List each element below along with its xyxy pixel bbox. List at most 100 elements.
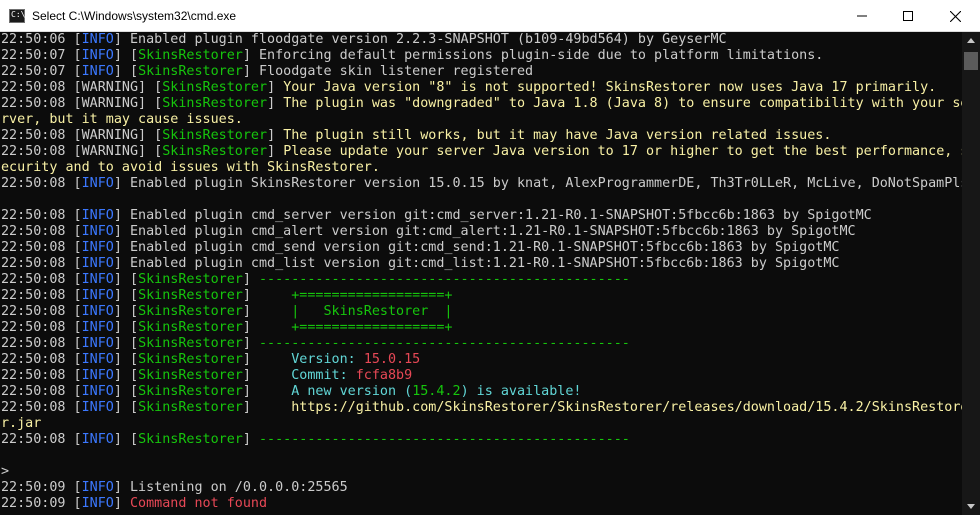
console-text-segment: SkinsRestorer bbox=[138, 272, 243, 287]
console-line: 22:50:08 [INFO] [SkinsRestorer] | SkinsR… bbox=[0, 304, 962, 320]
console-text-segment: ] bbox=[242, 368, 292, 383]
console-line: 22:50:06 [INFO] Enabled plugin floodgate… bbox=[0, 32, 962, 48]
console-text-segment: ] bbox=[242, 432, 259, 447]
console-line: 22:50:07 [INFO] [SkinsRestorer] Floodgat… bbox=[0, 64, 962, 80]
scroll-up-icon bbox=[967, 38, 975, 43]
console-text-segment: ----------------------------------------… bbox=[259, 272, 630, 287]
console-text-segment: 22:50:08 [ bbox=[1, 368, 82, 383]
minimize-button[interactable] bbox=[839, 0, 885, 32]
console-text-segment: ] [ bbox=[113, 304, 139, 319]
console-text-segment: SkinsRestorer bbox=[138, 400, 243, 415]
console-text-segment: SkinsRestorer bbox=[162, 128, 268, 143]
console-text-segment: ] [ bbox=[113, 432, 139, 447]
cmd-icon[interactable]: C:\ bbox=[9, 9, 25, 23]
console-line: rver, but it may cause issues. bbox=[0, 112, 962, 128]
console-text-segment: SkinsRestorer bbox=[162, 96, 268, 111]
minimize-icon bbox=[857, 15, 867, 17]
console-text-segment: INFO bbox=[81, 32, 114, 47]
close-button[interactable] bbox=[931, 0, 980, 32]
console-line: 22:50:08 [INFO] [SkinsRestorer] Commit: … bbox=[0, 368, 962, 384]
console-text-segment: > bbox=[1, 464, 10, 479]
console-text-segment: ] Enabled plugin floodgate version 2.2.3… bbox=[113, 32, 727, 47]
console-text-segment: INFO bbox=[81, 384, 114, 399]
console-text-segment: ] Enabled plugin cmd_list version git:cm… bbox=[113, 256, 840, 271]
console-text-segment: 22:50:09 [ bbox=[1, 496, 82, 511]
console-text-segment: INFO bbox=[81, 256, 114, 271]
console-text-segment: INFO bbox=[81, 400, 114, 415]
console-text-segment: ] Enforcing default permissions plugin-s… bbox=[242, 48, 824, 63]
scroll-down-button[interactable] bbox=[962, 498, 980, 515]
console-text-segment: SkinsRestorer bbox=[138, 368, 243, 383]
console-text-segment: 22:50:08 [WARNING] [ bbox=[1, 96, 163, 111]
console-text-segment: INFO bbox=[81, 352, 114, 367]
title-bar[interactable]: C:\ Select C:\Windows\system32\cmd.exe bbox=[0, 0, 980, 32]
console-text-segment: ecurity and to avoid issues with SkinsRe… bbox=[1, 160, 380, 175]
console-line: 22:50:08 [INFO] Enabled plugin cmd_alert… bbox=[0, 224, 962, 240]
console-text-segment: ] bbox=[242, 320, 292, 335]
console-text-segment: 22:50:08 [ bbox=[1, 176, 82, 191]
console-text-segment: INFO bbox=[81, 48, 114, 63]
console-text-segment: ) is available! bbox=[460, 384, 582, 399]
console-text-segment: SkinsRestorer bbox=[138, 64, 243, 79]
console-output[interactable]: 22:50:06 [INFO] Enabled plugin floodgate… bbox=[0, 32, 962, 515]
console-text-segment: 22:50:07 [ bbox=[1, 48, 82, 63]
console-text-segment: ] [ bbox=[113, 272, 139, 287]
console-text-segment: ] bbox=[267, 96, 284, 111]
console-line: 22:50:08 [INFO] [SkinsRestorer] https://… bbox=[0, 400, 962, 416]
console-text-segment: Command not found bbox=[130, 496, 268, 511]
console-text-segment: ] [ bbox=[113, 400, 139, 415]
console-text-segment: INFO bbox=[81, 272, 114, 287]
console-text-segment: 22:50:06 [ bbox=[1, 32, 82, 47]
console-text-segment: 22:50:08 [ bbox=[1, 304, 82, 319]
console-line: 22:50:08 [INFO] [SkinsRestorer] Version:… bbox=[0, 352, 962, 368]
console-text-segment: 22:50:08 [ bbox=[1, 352, 82, 367]
console-text-segment: ] bbox=[242, 352, 292, 367]
console-text-segment: ] Listening on /0.0.0.0:25565 bbox=[113, 480, 348, 495]
console-text-segment: 22:50:08 [ bbox=[1, 272, 82, 287]
console-text-segment: 22:50:08 [ bbox=[1, 384, 82, 399]
console-text-segment: Please update your server Java version t… bbox=[283, 144, 962, 159]
console-text-segment: 22:50:08 [ bbox=[1, 224, 82, 239]
console-line: 22:50:08 [INFO] [SkinsRestorer] --------… bbox=[0, 272, 962, 288]
console-text-segment: INFO bbox=[81, 432, 114, 447]
console-text-segment: ] bbox=[242, 336, 259, 351]
console-text-segment: ] bbox=[242, 384, 292, 399]
cmd-icon-glyph: C:\ bbox=[11, 10, 26, 19]
console-line: 22:50:08 [INFO] Enabled plugin SkinsRest… bbox=[0, 176, 962, 192]
console-text-segment: ] bbox=[242, 304, 292, 319]
console-text-segment: The plugin still works, but it may have … bbox=[283, 128, 832, 143]
vertical-scrollbar[interactable] bbox=[962, 32, 980, 515]
console-line: 22:50:08 [INFO] [SkinsRestorer] --------… bbox=[0, 336, 962, 352]
maximize-icon bbox=[903, 11, 913, 21]
console-text-segment: ] Enabled plugin cmd_alert version git:c… bbox=[113, 224, 856, 239]
console-text-segment: ] bbox=[242, 400, 292, 415]
console-text-segment: ] bbox=[113, 496, 130, 511]
console-text-segment: INFO bbox=[81, 304, 114, 319]
console-text-segment: 15.4.2 bbox=[412, 384, 461, 399]
console-text-segment: INFO bbox=[81, 224, 114, 239]
console-text-segment: ] bbox=[267, 128, 284, 143]
console-text-segment: SkinsRestorer bbox=[138, 432, 243, 447]
console-text-segment: ] [ bbox=[113, 336, 139, 351]
console-line: 22:50:08 [WARNING] [SkinsRestorer] Pleas… bbox=[0, 144, 962, 160]
console-text-segment: INFO bbox=[81, 208, 114, 223]
console-line: 22:50:08 [INFO] [SkinsRestorer] +=======… bbox=[0, 320, 962, 336]
maximize-button[interactable] bbox=[885, 0, 931, 32]
console-text-segment: 22:50:08 [ bbox=[1, 320, 82, 335]
console-text-segment: ] [ bbox=[113, 368, 139, 383]
scroll-down-icon bbox=[967, 504, 975, 509]
console-text-segment: ----------------------------------------… bbox=[259, 432, 630, 447]
scroll-thumb[interactable] bbox=[964, 52, 978, 70]
console-text-segment: INFO bbox=[81, 336, 114, 351]
console-text-segment: INFO bbox=[81, 496, 114, 511]
scroll-up-button[interactable] bbox=[962, 32, 980, 49]
console-text-segment: 22:50:08 [ bbox=[1, 432, 82, 447]
console-text-segment: ] Enabled plugin cmd_send version git:cm… bbox=[113, 240, 840, 255]
console-text-segment: 15.0.15 bbox=[363, 352, 421, 367]
console-text-segment: ----------------------------------------… bbox=[259, 336, 630, 351]
console-text-segment: ] [ bbox=[113, 48, 139, 63]
console-text-segment: ] [ bbox=[113, 352, 139, 367]
window-title: Select C:\Windows\system32\cmd.exe bbox=[32, 9, 237, 23]
console-text-segment: ] Enabled plugin SkinsRestorer version 1… bbox=[113, 176, 962, 191]
